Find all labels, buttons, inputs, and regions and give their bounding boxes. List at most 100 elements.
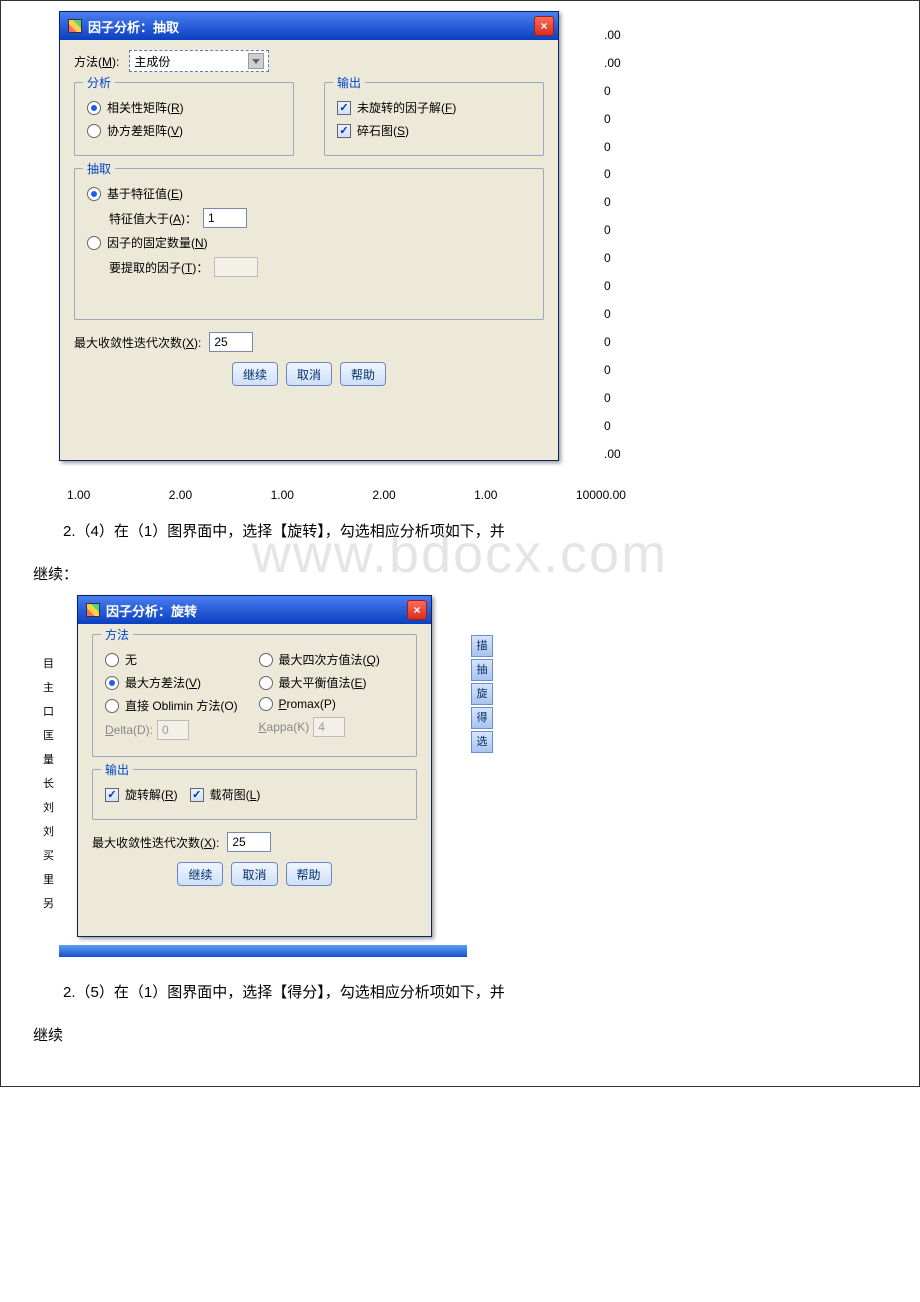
opt-none[interactable]: 无 bbox=[105, 651, 251, 668]
opt-promax[interactable]: Promax(P) bbox=[259, 697, 405, 711]
para1-wrap: 2.（4）在（1）图界面中，选择【旋转】，勾选相应分析项如下，并 继续： www… bbox=[29, 518, 891, 589]
side-btn-score[interactable]: 得 bbox=[471, 707, 493, 729]
method-label: 方法(M): bbox=[74, 53, 119, 70]
radio-icon[interactable] bbox=[259, 653, 273, 667]
left-truncated-column: 目 主 口 匡 量 长 刘 刘 买 里 另 bbox=[43, 655, 54, 911]
chk-label: 未旋转的因子解(F) bbox=[357, 99, 456, 116]
method-combo[interactable]: 主成份 bbox=[129, 50, 269, 72]
chk-loading-plot[interactable]: 载荷图(L) bbox=[190, 786, 261, 803]
radio-icon[interactable] bbox=[87, 124, 101, 138]
opt-varimax[interactable]: 最大方差法(V) bbox=[105, 674, 251, 691]
opt-label: 协方差矩阵(V) bbox=[107, 122, 183, 139]
check-icon[interactable] bbox=[337, 101, 351, 115]
opt-label: 最大平衡值法(E) bbox=[279, 674, 367, 691]
eigenvalue-row: 特征值大于(A)： bbox=[109, 208, 531, 228]
check-icon[interactable] bbox=[190, 788, 204, 802]
delta-input bbox=[157, 720, 189, 740]
group-analysis: 分析 相关性矩阵(R) 协方差矩阵(V) bbox=[74, 82, 294, 156]
bg-num: 0 bbox=[604, 335, 634, 349]
opt-correlation[interactable]: 相关性矩阵(R) bbox=[87, 99, 281, 116]
radio-icon[interactable] bbox=[105, 699, 119, 713]
side-btn-rotate[interactable]: 旋 bbox=[471, 683, 493, 705]
delta-label: Delta(D): bbox=[105, 723, 153, 737]
side-btn-option[interactable]: 选 bbox=[471, 731, 493, 753]
document-page: .00 .00 0 0 0 0 0 0 0 0 0 0 0 0 0 .00 bbox=[0, 0, 920, 1087]
group-label: 输出 bbox=[101, 761, 133, 778]
kappa-input bbox=[313, 717, 345, 737]
opt-eigenvalue[interactable]: 基于特征值(E) bbox=[87, 185, 531, 202]
kappa-row: Kappa(K) bbox=[259, 717, 405, 737]
continue-button[interactable]: 继续 bbox=[232, 362, 278, 386]
opt-equamax[interactable]: 最大平衡值法(E) bbox=[259, 674, 405, 691]
axis-val: 10000.00 bbox=[576, 488, 626, 502]
app-icon bbox=[68, 19, 82, 33]
opt-label: 相关性矩阵(R) bbox=[107, 99, 184, 116]
side-btn-describe[interactable]: 描 bbox=[471, 635, 493, 657]
chk-label: 载荷图(L) bbox=[210, 786, 261, 803]
check-icon[interactable] bbox=[337, 124, 351, 138]
chk-rotated-solution[interactable]: 旋转解(R) bbox=[105, 786, 178, 803]
radio-icon[interactable] bbox=[87, 101, 101, 115]
opt-covariance[interactable]: 协方差矩阵(V) bbox=[87, 122, 281, 139]
titlebar[interactable]: 因子分析：抽取 × bbox=[60, 12, 558, 40]
screenshot-extract-dialog: .00 .00 0 0 0 0 0 0 0 0 0 0 0 0 0 .00 bbox=[59, 11, 634, 486]
bg-num: 0 bbox=[604, 363, 634, 377]
group-label: 分析 bbox=[83, 74, 115, 91]
converge-input[interactable] bbox=[227, 832, 271, 852]
opt-oblimin[interactable]: 直接 Oblimin 方法(O) bbox=[105, 697, 251, 714]
trunc-item: 量 bbox=[43, 751, 54, 767]
trunc-item: 目 bbox=[43, 655, 54, 671]
title-text: 因子分析：旋转 bbox=[86, 601, 197, 620]
dialog-body: 方法(M): 主成份 分析 相关性矩阵(R) bbox=[60, 40, 558, 396]
trunc-item: 刘 bbox=[43, 823, 54, 839]
chk-label: 旋转解(R) bbox=[125, 786, 178, 803]
kappa-label: Kappa(K) bbox=[259, 720, 310, 734]
bg-num: 0 bbox=[604, 112, 634, 126]
fixed-row: 要提取的因子(T)： bbox=[109, 257, 531, 277]
opt-quartimax[interactable]: 最大四次方值法(Q) bbox=[259, 651, 405, 668]
radio-icon[interactable] bbox=[259, 697, 273, 711]
help-button[interactable]: 帮助 bbox=[286, 862, 332, 886]
opt-label: 因子的固定数量(N) bbox=[107, 234, 208, 251]
parent-side-buttons: 描 抽 旋 得 选 bbox=[471, 635, 493, 753]
close-icon[interactable]: × bbox=[534, 16, 554, 36]
group-output: 输出 未旋转的因子解(F) 碎石图(S) bbox=[324, 82, 544, 156]
group-output: 输出 旋转解(R) 载荷图(L) bbox=[92, 769, 417, 820]
continue-button[interactable]: 继续 bbox=[177, 862, 223, 886]
eigen-gt-input[interactable] bbox=[203, 208, 247, 228]
paragraph-1a: 2.（4）在（1）图界面中，选择【旋转】，勾选相应分析项如下，并 bbox=[33, 518, 887, 547]
cancel-button[interactable]: 取消 bbox=[286, 362, 332, 386]
close-icon[interactable]: × bbox=[407, 600, 427, 620]
radio-icon[interactable] bbox=[259, 676, 273, 690]
convergence-row: 最大收敛性迭代次数(X): bbox=[74, 332, 544, 352]
bg-num: 0 bbox=[604, 223, 634, 237]
radio-icon[interactable] bbox=[87, 236, 101, 250]
bg-num: .00 bbox=[604, 28, 634, 42]
group-extract: 抽取 基于特征值(E) 特征值大于(A)： 因子的固定数量(N) bbox=[74, 168, 544, 320]
app-icon bbox=[86, 603, 100, 617]
title-label: 因子分析：旋转 bbox=[106, 601, 197, 620]
help-button[interactable]: 帮助 bbox=[340, 362, 386, 386]
bg-num: .00 bbox=[604, 56, 634, 70]
chevron-down-icon[interactable] bbox=[248, 53, 264, 69]
trunc-item: 里 bbox=[43, 871, 54, 887]
radio-icon[interactable] bbox=[105, 653, 119, 667]
inner-wrap: .00 .00 0 0 0 0 0 0 0 0 0 0 0 0 0 .00 bbox=[1, 1, 919, 1086]
radio-icon[interactable] bbox=[87, 187, 101, 201]
top-groups: 分析 相关性矩阵(R) 协方差矩阵(V) 输出 bbox=[74, 82, 544, 168]
method-col-left: 无 最大方差法(V) 直接 Oblimin 方法(O) bbox=[105, 645, 251, 746]
check-icon[interactable] bbox=[105, 788, 119, 802]
opt-label: Promax(P) bbox=[279, 697, 336, 711]
axis-val: 1.00 bbox=[474, 488, 497, 502]
opt-fixed-number[interactable]: 因子的固定数量(N) bbox=[87, 234, 531, 251]
chk-scree[interactable]: 碎石图(S) bbox=[337, 122, 531, 139]
chk-unrotated[interactable]: 未旋转的因子解(F) bbox=[337, 99, 531, 116]
converge-input[interactable] bbox=[209, 332, 253, 352]
opt-label: 基于特征值(E) bbox=[107, 185, 183, 202]
side-btn-extract[interactable]: 抽 bbox=[471, 659, 493, 681]
axis-row: 1.00 2.00 1.00 2.00 1.00 10000.00 bbox=[59, 486, 634, 504]
fixed-input bbox=[214, 257, 258, 277]
cancel-button[interactable]: 取消 bbox=[231, 862, 277, 886]
titlebar[interactable]: 因子分析：旋转 × bbox=[78, 596, 431, 624]
radio-icon[interactable] bbox=[105, 676, 119, 690]
